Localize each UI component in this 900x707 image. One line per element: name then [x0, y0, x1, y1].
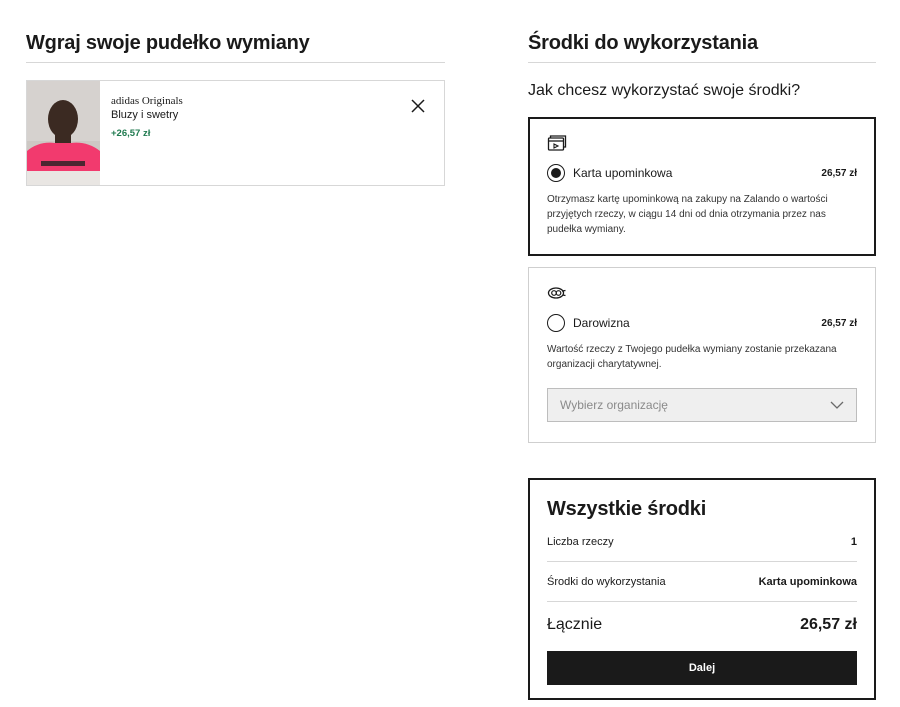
upload-section: Wgraj swoje pudełko wymiany adidas Origi…: [26, 30, 445, 186]
radio-gift-card[interactable]: [547, 164, 565, 182]
option-amount: 26,57 zł: [821, 317, 857, 329]
close-icon[interactable]: [410, 98, 426, 114]
item-info: adidas Originals Bluzy i swetry +26,57 z…: [100, 81, 194, 185]
organization-select[interactable]: Wybierz organizację: [547, 388, 857, 422]
option-label: Darowizna: [573, 316, 630, 330]
credit-section: Środki do wykorzystania Jak chcesz wykor…: [528, 30, 876, 700]
donation-icon: [547, 284, 567, 302]
option-gift-card[interactable]: Karta upominkowa 26,57 zł Otrzymasz kart…: [528, 117, 876, 256]
summary-row: Środki do wykorzystania Karta upominkowa: [547, 562, 857, 602]
chevron-down-icon: [830, 396, 844, 414]
item-category: Bluzy i swetry: [111, 109, 179, 121]
summary-row-value: 1: [850, 535, 857, 548]
exchange-item-card: adidas Originals Bluzy i swetry +26,57 z…: [26, 80, 445, 186]
option-donation[interactable]: Darowizna 26,57 zł Wartość rzeczy z Twoj…: [528, 267, 876, 443]
total-value: 26,57 zł: [800, 615, 857, 633]
radio-donation[interactable]: [547, 314, 565, 332]
option-amount: 26,57 zł: [821, 167, 857, 179]
summary-box: Wszystkie środki Liczba rzeczy 1 Środki …: [528, 478, 876, 700]
next-button[interactable]: Dalej: [547, 651, 857, 685]
total-row: Łącznie 26,57 zł: [547, 602, 857, 647]
total-label: Łącznie: [547, 615, 603, 633]
summary-title: Wszystkie środki: [547, 498, 707, 520]
summary-row-label: Środki do wykorzystania: [547, 575, 666, 588]
item-brand: adidas Originals: [111, 95, 183, 107]
credit-section-title: Środki do wykorzystania: [528, 30, 876, 63]
option-description: Otrzymasz kartę upominkową na zakupy na …: [547, 194, 828, 235]
summary-row-value: Karta upominkowa: [758, 575, 857, 588]
credit-question: Jak chcesz wykorzystać swoje środki?: [528, 82, 801, 99]
summary-row: Liczba rzeczy 1: [547, 522, 857, 562]
option-label: Karta upominkowa: [573, 166, 673, 180]
option-description: Wartość rzeczy z Twojego pudełka wymiany…: [547, 344, 837, 370]
summary-row-label: Liczba rzeczy: [547, 535, 614, 548]
organization-select-placeholder: Wybierz organizację: [560, 398, 668, 412]
upload-section-title: Wgraj swoje pudełko wymiany: [26, 30, 445, 63]
item-value: +26,57 zł: [111, 128, 151, 139]
gift-card-icon: [547, 134, 567, 152]
product-photo: [27, 81, 100, 185]
